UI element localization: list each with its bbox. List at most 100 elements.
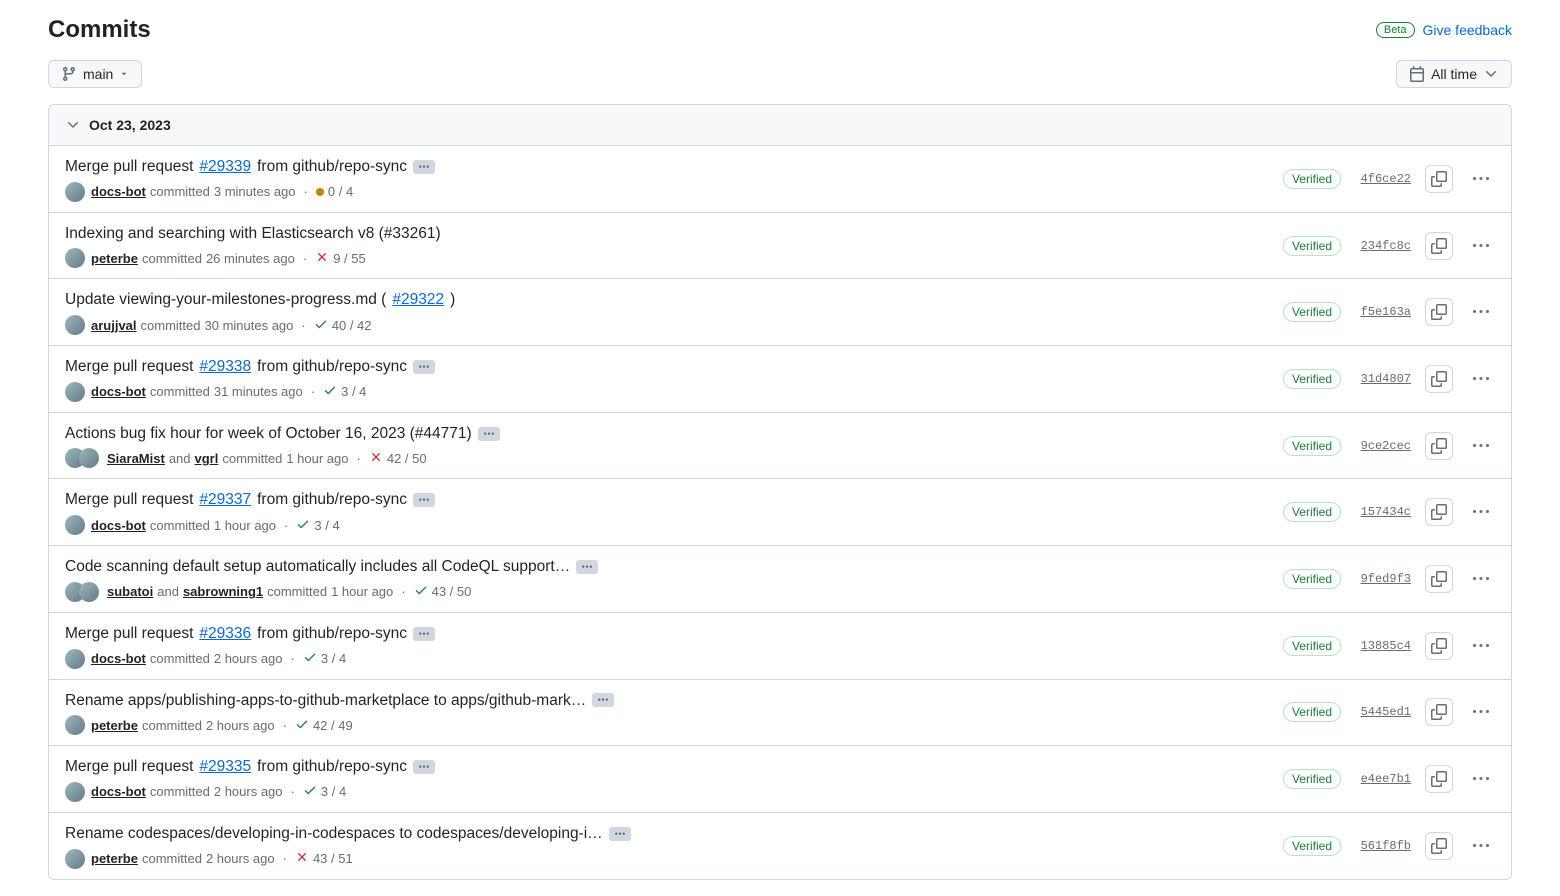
verified-badge[interactable]: Verified <box>1283 302 1341 322</box>
check-fail-icon[interactable] <box>295 850 309 867</box>
checks-count[interactable]: 9 / 55 <box>333 251 366 266</box>
verified-badge[interactable]: Verified <box>1283 369 1341 389</box>
verified-badge[interactable]: Verified <box>1283 502 1341 522</box>
avatar[interactable] <box>65 849 85 869</box>
verified-badge[interactable]: Verified <box>1283 169 1341 189</box>
commit-sha-link[interactable]: 157434c <box>1355 505 1411 519</box>
copy-sha-button[interactable] <box>1425 432 1453 460</box>
author-link[interactable]: vgrl <box>195 451 219 466</box>
verified-badge[interactable]: Verified <box>1283 836 1341 856</box>
more-actions-button[interactable] <box>1467 365 1495 393</box>
author-link[interactable]: docs-bot <box>91 384 146 399</box>
pr-link[interactable]: #29337 <box>199 489 251 511</box>
commit-title[interactable]: Rename codespaces/developing-in-codespac… <box>65 823 1283 845</box>
checks-count[interactable]: 40 / 42 <box>332 318 372 333</box>
expand-message-button[interactable] <box>478 427 500 441</box>
commit-sha-link[interactable]: 9ce2cec <box>1355 439 1411 453</box>
check-pending-icon[interactable] <box>316 188 324 196</box>
author-link[interactable]: peterbe <box>91 251 138 266</box>
checks-count[interactable]: 43 / 50 <box>432 584 472 599</box>
more-actions-button[interactable] <box>1467 165 1495 193</box>
more-actions-button[interactable] <box>1467 832 1495 860</box>
pr-link[interactable]: #29322 <box>392 289 444 311</box>
checks-count[interactable]: 3 / 4 <box>321 784 346 799</box>
commit-sha-link[interactable]: 5445ed1 <box>1355 705 1411 719</box>
more-actions-button[interactable] <box>1467 698 1495 726</box>
copy-sha-button[interactable] <box>1425 698 1453 726</box>
commit-sha-link[interactable]: e4ee7b1 <box>1355 772 1411 786</box>
copy-sha-button[interactable] <box>1425 832 1453 860</box>
commit-sha-link[interactable]: f5e163a <box>1355 305 1411 319</box>
check-pass-icon[interactable] <box>414 583 428 600</box>
avatar[interactable] <box>65 315 85 335</box>
avatar[interactable] <box>65 382 85 402</box>
commit-sha-link[interactable]: 561f8fb <box>1355 839 1411 853</box>
copy-sha-button[interactable] <box>1425 298 1453 326</box>
checks-count[interactable]: 42 / 50 <box>387 451 427 466</box>
commit-title[interactable]: Merge pull request #29337 from github/re… <box>65 489 1283 511</box>
more-actions-button[interactable] <box>1467 232 1495 260</box>
checks-count[interactable]: 0 / 4 <box>328 184 353 199</box>
pr-link[interactable]: #29338 <box>199 356 251 378</box>
commit-title[interactable]: Merge pull request #29336 from github/re… <box>65 623 1283 645</box>
check-pass-icon[interactable] <box>323 383 337 400</box>
check-pass-icon[interactable] <box>303 783 317 800</box>
check-pass-icon[interactable] <box>303 650 317 667</box>
check-pass-icon[interactable] <box>296 517 310 534</box>
pr-link[interactable]: #29335 <box>199 756 251 778</box>
commit-sha-link[interactable]: 13885c4 <box>1355 639 1411 653</box>
author-link[interactable]: docs-bot <box>91 184 146 199</box>
avatar[interactable] <box>65 182 85 202</box>
expand-message-button[interactable] <box>413 760 435 774</box>
check-pass-icon[interactable] <box>295 717 309 734</box>
check-fail-icon[interactable] <box>369 450 383 467</box>
author-link[interactable]: peterbe <box>91 851 138 866</box>
avatar[interactable] <box>65 649 85 669</box>
give-feedback-link[interactable]: Give feedback <box>1423 22 1513 38</box>
checks-count[interactable]: 3 / 4 <box>314 518 339 533</box>
copy-sha-button[interactable] <box>1425 165 1453 193</box>
time-filter-button[interactable]: All time <box>1396 60 1512 88</box>
checks-count[interactable]: 42 / 49 <box>313 718 353 733</box>
commit-title[interactable]: Indexing and searching with Elasticsearc… <box>65 223 1283 245</box>
expand-message-button[interactable] <box>413 160 435 174</box>
verified-badge[interactable]: Verified <box>1283 769 1341 789</box>
more-actions-button[interactable] <box>1467 765 1495 793</box>
expand-message-button[interactable] <box>576 560 598 574</box>
avatar[interactable] <box>79 448 99 468</box>
commit-title[interactable]: Actions bug fix hour for week of October… <box>65 423 1283 445</box>
copy-sha-button[interactable] <box>1425 565 1453 593</box>
author-link[interactable]: docs-bot <box>91 651 146 666</box>
author-link[interactable]: peterbe <box>91 718 138 733</box>
commit-title[interactable]: Merge pull request #29338 from github/re… <box>65 356 1283 378</box>
date-group-header[interactable]: Oct 23, 2023 <box>49 105 1511 146</box>
commit-title[interactable]: Rename apps/publishing-apps-to-github-ma… <box>65 690 1283 712</box>
expand-message-button[interactable] <box>413 360 435 374</box>
pr-link[interactable]: #29336 <box>199 623 251 645</box>
checks-count[interactable]: 3 / 4 <box>341 384 366 399</box>
commit-title[interactable]: Code scanning default setup automaticall… <box>65 556 1283 578</box>
verified-badge[interactable]: Verified <box>1283 702 1341 722</box>
avatar[interactable] <box>79 582 99 602</box>
verified-badge[interactable]: Verified <box>1283 236 1341 256</box>
commit-title[interactable]: Merge pull request #29335 from github/re… <box>65 756 1283 778</box>
pr-link[interactable]: #29339 <box>199 156 251 178</box>
checks-count[interactable]: 43 / 51 <box>313 851 353 866</box>
more-actions-button[interactable] <box>1467 432 1495 460</box>
branch-selector-button[interactable]: main <box>48 60 142 88</box>
author-link[interactable]: sabrowning1 <box>183 584 263 599</box>
commit-sha-link[interactable]: 4f6ce22 <box>1355 172 1411 186</box>
expand-message-button[interactable] <box>413 627 435 641</box>
more-actions-button[interactable] <box>1467 298 1495 326</box>
verified-badge[interactable]: Verified <box>1283 569 1341 589</box>
commit-title[interactable]: Merge pull request #29339 from github/re… <box>65 156 1283 178</box>
verified-badge[interactable]: Verified <box>1283 436 1341 456</box>
commit-sha-link[interactable]: 234fc8c <box>1355 239 1411 253</box>
check-fail-icon[interactable] <box>315 250 329 267</box>
more-actions-button[interactable] <box>1467 498 1495 526</box>
checks-count[interactable]: 3 / 4 <box>321 651 346 666</box>
commit-sha-link[interactable]: 9fed9f3 <box>1355 572 1411 586</box>
check-pass-icon[interactable] <box>314 317 328 334</box>
author-link[interactable]: docs-bot <box>91 784 146 799</box>
more-actions-button[interactable] <box>1467 632 1495 660</box>
